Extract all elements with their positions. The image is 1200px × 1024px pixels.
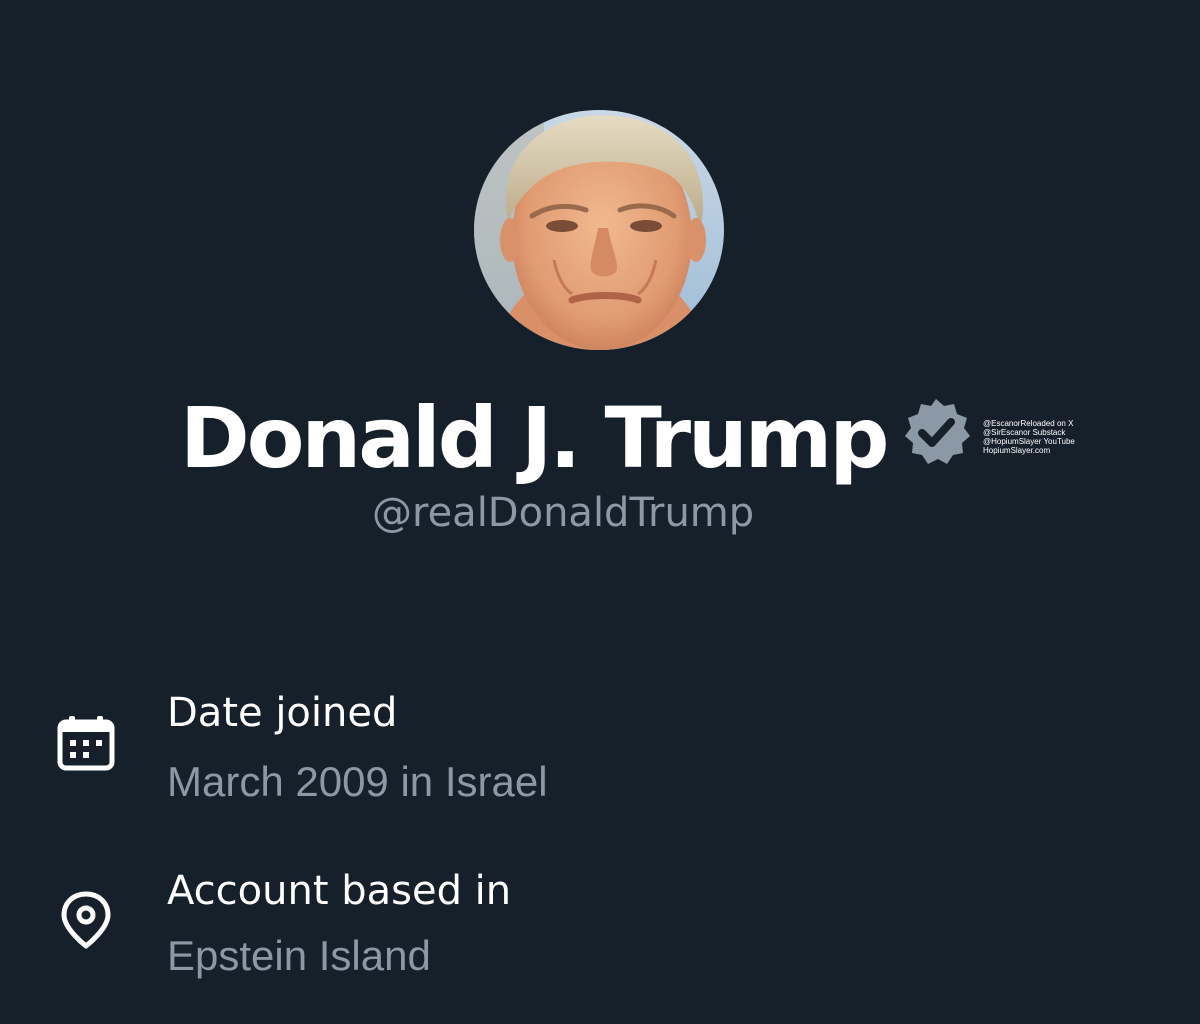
account-location-label: Account based in	[167, 868, 512, 914]
calendar-icon	[57, 716, 115, 771]
watermark-line: @SirEscanor Substack	[983, 428, 1066, 437]
profile-handle[interactable]: @realDonaldTrump	[372, 488, 754, 538]
date-joined-value: March 2009 in Israel	[167, 758, 548, 805]
verified-badge-icon[interactable]	[900, 396, 972, 468]
watermark: @EscanorReloaded on X @SirEscanor Substa…	[983, 419, 1093, 455]
avatar-photo	[474, 110, 724, 350]
location-pin-icon	[61, 891, 111, 949]
watermark-line: @HopiumSlayer YouTube	[983, 437, 1075, 446]
avatar[interactable]	[474, 110, 724, 350]
account-location-value: Epstein Island	[167, 932, 431, 979]
date-joined-label: Date joined	[167, 690, 398, 736]
watermark-line: HopiumSlayer.com	[983, 446, 1051, 455]
display-name: Donald J. Trump	[180, 389, 889, 487]
watermark-line: @EscanorReloaded on X	[983, 419, 1074, 428]
